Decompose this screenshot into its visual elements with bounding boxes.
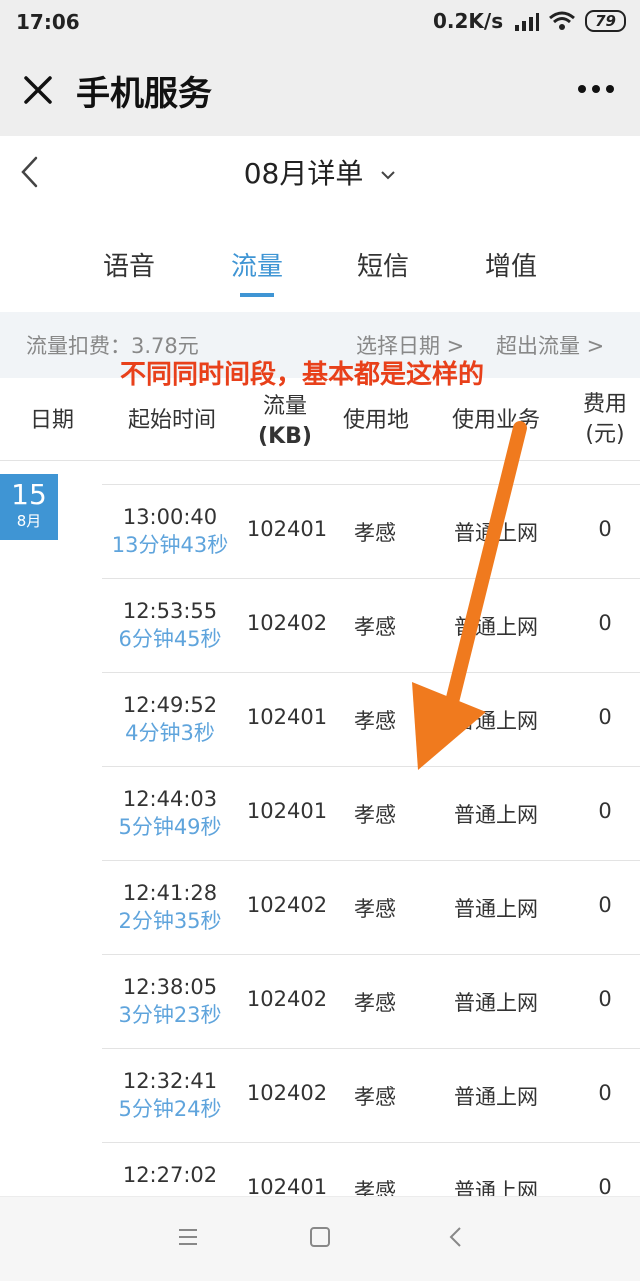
row-time: 12:41:28 <box>122 881 218 905</box>
row-service: 普通上网 <box>454 803 538 827</box>
row-fee: 0 <box>598 517 612 541</box>
row-service: 普通上网 <box>454 897 538 921</box>
tab-sms[interactable]: 短信 <box>328 246 438 283</box>
status-time: 17:06 <box>16 10 80 34</box>
row-fee: 0 <box>598 799 612 823</box>
row-kb: 102402 <box>246 1081 328 1105</box>
row-fee: 0 <box>598 987 612 1011</box>
tab-bar: 语音 流量 短信 增值 <box>0 220 640 310</box>
row-start-time: 12:41:28 2分钟35秒 <box>102 879 238 935</box>
table-row[interactable]: 13:00:40 13分钟43秒 102401 孝感 普通上网 0 <box>102 484 640 579</box>
row-duration: 4分钟3秒 <box>125 721 215 745</box>
row-duration: 5分钟49秒 <box>118 815 222 839</box>
col-fee-label: 费用 <box>582 392 627 417</box>
row-kb: 102401 <box>246 517 328 541</box>
wifi-icon <box>549 11 576 30</box>
system-nav-bar <box>0 1196 640 1281</box>
row-location: 孝感 <box>354 803 396 827</box>
row-duration: 2分钟35秒 <box>118 909 222 933</box>
month-selector[interactable]: 08月详单 <box>0 152 640 192</box>
status-icons: 0.2K/s 79 <box>433 9 626 33</box>
row-location: 孝感 <box>354 991 396 1015</box>
home-icon[interactable] <box>308 1225 332 1249</box>
row-time: 12:38:05 <box>122 975 218 999</box>
more-options-icon[interactable] <box>576 74 616 104</box>
row-kb: 102402 <box>246 987 328 1011</box>
over-traffic-link[interactable]: 超出流量 > <box>496 330 604 360</box>
row-time: 12:32:41 <box>122 1069 218 1093</box>
row-duration: 5分钟24秒 <box>118 1097 222 1121</box>
row-location: 孝感 <box>354 897 396 921</box>
network-speed: 0.2K/s <box>432 9 504 33</box>
row-start-time: 12:27:02 <box>102 1161 238 1189</box>
row-location: 孝感 <box>354 1085 396 1109</box>
col-fee-unit: (元) <box>585 422 625 447</box>
table-row[interactable]: 12:44:03 5分钟49秒 102401 孝感 普通上网 0 <box>102 766 640 861</box>
chevron-down-icon <box>381 171 395 180</box>
row-start-time: 12:44:03 5分钟49秒 <box>102 785 238 841</box>
page-title: 手机服务 <box>76 74 212 114</box>
usage-list: 13:00:40 13分钟43秒 102401 孝感 普通上网 0 12:53:5… <box>0 484 640 1196</box>
row-time: 12:27:02 <box>122 1163 218 1187</box>
row-duration: 3分钟23秒 <box>118 1003 222 1027</box>
row-start-time: 12:32:41 5分钟24秒 <box>102 1067 238 1123</box>
table-row[interactable]: 12:53:55 6分钟45秒 102402 孝感 普通上网 0 <box>102 578 640 673</box>
table-row[interactable]: 12:49:52 4分钟3秒 102401 孝感 普通上网 0 <box>102 672 640 767</box>
sub-header: 08月详单 <box>0 136 640 208</box>
table-header: 日期 起始时间 流量 (KB) 使用地 使用业务 费用 (元) <box>0 384 640 462</box>
menu-icon[interactable] <box>176 1225 200 1249</box>
row-fee: 0 <box>598 893 612 917</box>
row-kb: 102401 <box>246 1175 328 1196</box>
signal-icon <box>515 13 540 31</box>
row-time: 12:44:03 <box>122 787 218 811</box>
tab-traffic[interactable]: 流量 <box>202 246 312 297</box>
title-bar: 手机服务 <box>0 44 640 136</box>
col-traffic-unit: (KB) <box>258 424 312 449</box>
row-start-time: 12:38:05 3分钟23秒 <box>102 973 238 1029</box>
battery-icon: 79 <box>585 10 626 32</box>
tab-voice[interactable]: 语音 <box>74 246 184 283</box>
row-service: 普通上网 <box>454 1085 538 1109</box>
header-divider <box>0 460 640 461</box>
annotation-arrow-icon <box>412 421 527 770</box>
row-fee: 0 <box>598 1081 612 1105</box>
col-start-time: 起始时间 <box>127 408 216 433</box>
table-row[interactable]: 12:41:28 2分钟35秒 102402 孝感 普通上网 0 <box>102 860 640 955</box>
row-service: 普通上网 <box>454 991 538 1015</box>
row-location: 孝感 <box>354 1179 396 1196</box>
row-duration: 13分钟43秒 <box>111 533 229 557</box>
table-row[interactable]: 12:32:41 5分钟24秒 102402 孝感 普通上网 0 <box>102 1048 640 1143</box>
month-label: 08月详单 <box>243 157 364 190</box>
row-time: 12:49:52 <box>122 693 218 717</box>
row-kb: 102401 <box>246 799 328 823</box>
row-fee: 0 <box>598 705 612 729</box>
col-fee: 费用 (元) <box>574 390 636 450</box>
row-service: 普通上网 <box>454 1179 538 1196</box>
row-start-time: 12:49:52 4分钟3秒 <box>102 691 238 747</box>
status-bar: 17:06 0.2K/s 79 <box>0 0 640 44</box>
row-start-time: 12:53:55 6分钟45秒 <box>102 597 238 653</box>
table-row[interactable]: 12:38:05 3分钟23秒 102402 孝感 普通上网 0 <box>102 954 640 1049</box>
row-kb: 102402 <box>246 893 328 917</box>
table-row[interactable]: 12:27:02 102401 孝感 普通上网 0 <box>102 1142 640 1196</box>
row-duration: 6分钟45秒 <box>118 627 222 651</box>
row-kb: 102401 <box>246 705 328 729</box>
row-time: 12:53:55 <box>122 599 218 623</box>
row-start-time: 13:00:40 13分钟43秒 <box>102 503 238 559</box>
row-time: 13:00:40 <box>122 505 218 529</box>
col-traffic: 流量 (KB) <box>246 392 324 452</box>
row-fee: 0 <box>598 1175 612 1196</box>
row-kb: 102402 <box>246 611 328 635</box>
close-icon[interactable] <box>20 72 56 108</box>
back-nav-icon[interactable] <box>446 1225 466 1249</box>
tab-value-added[interactable]: 增值 <box>456 246 566 283</box>
col-traffic-label: 流量 <box>262 394 307 419</box>
col-date: 日期 <box>29 408 74 433</box>
row-fee: 0 <box>598 611 612 635</box>
